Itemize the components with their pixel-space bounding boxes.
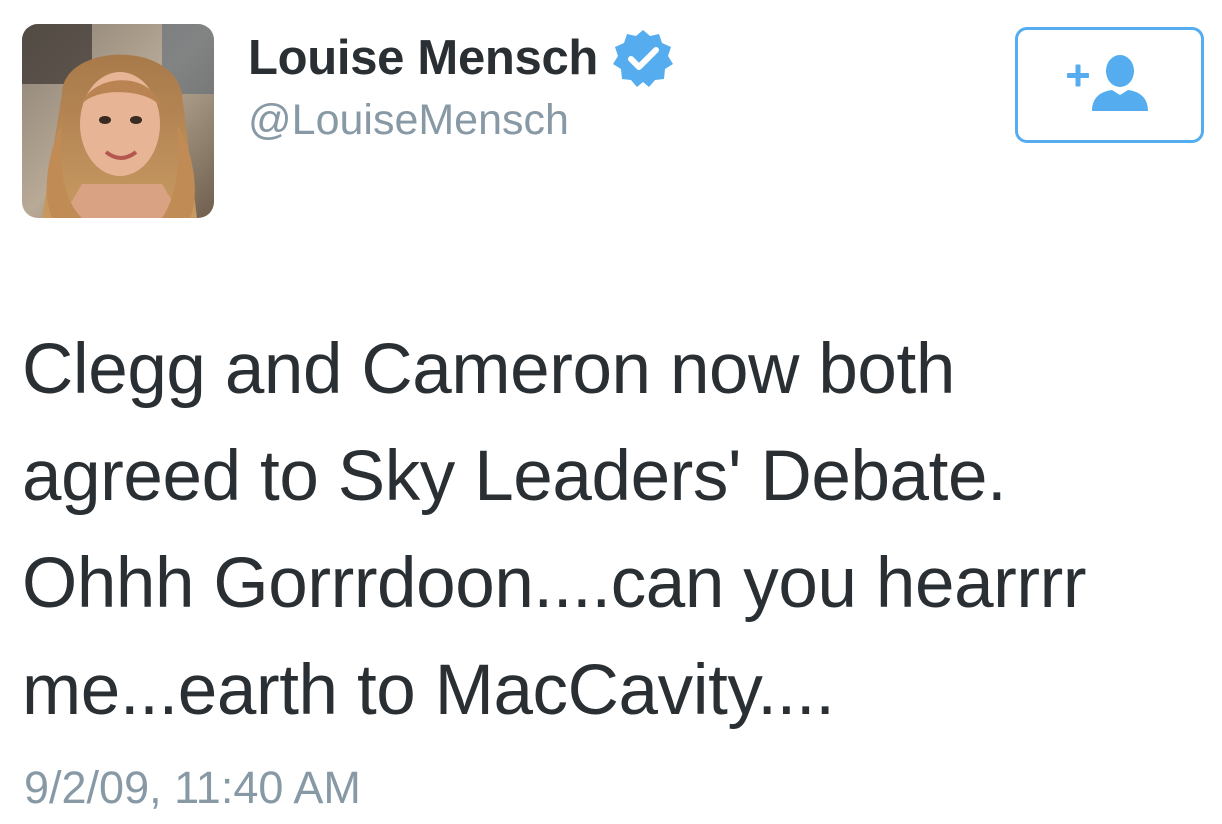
follow-button[interactable]	[1015, 27, 1204, 143]
user-handle[interactable]: @LouiseMensch	[248, 96, 569, 145]
tweet-text: Clegg and Cameron now both agreed to Sky…	[22, 316, 1212, 744]
display-name[interactable]: Louise Mensch	[248, 30, 598, 86]
profile-photo	[22, 24, 214, 218]
name-row: Louise Mensch	[248, 28, 674, 88]
tweet-text-line: me...earth to MacCavity....	[22, 651, 835, 730]
tweet-text-line: Ohhh Gorrrdoon....can you hearrrr	[22, 544, 1087, 623]
tweet-text-line: Clegg and Cameron now both	[22, 330, 955, 409]
tweet-timestamp[interactable]: 9/2/09, 11:40 AM	[24, 762, 361, 814]
tweet-card: Louise Mensch @LouiseMensch Clegg and Ca…	[0, 0, 1222, 824]
verified-badge-icon	[612, 27, 674, 89]
add-user-icon	[1066, 55, 1148, 111]
tweet-text-line: agreed to Sky Leaders' Debate.	[22, 437, 1007, 516]
avatar[interactable]	[22, 24, 214, 218]
